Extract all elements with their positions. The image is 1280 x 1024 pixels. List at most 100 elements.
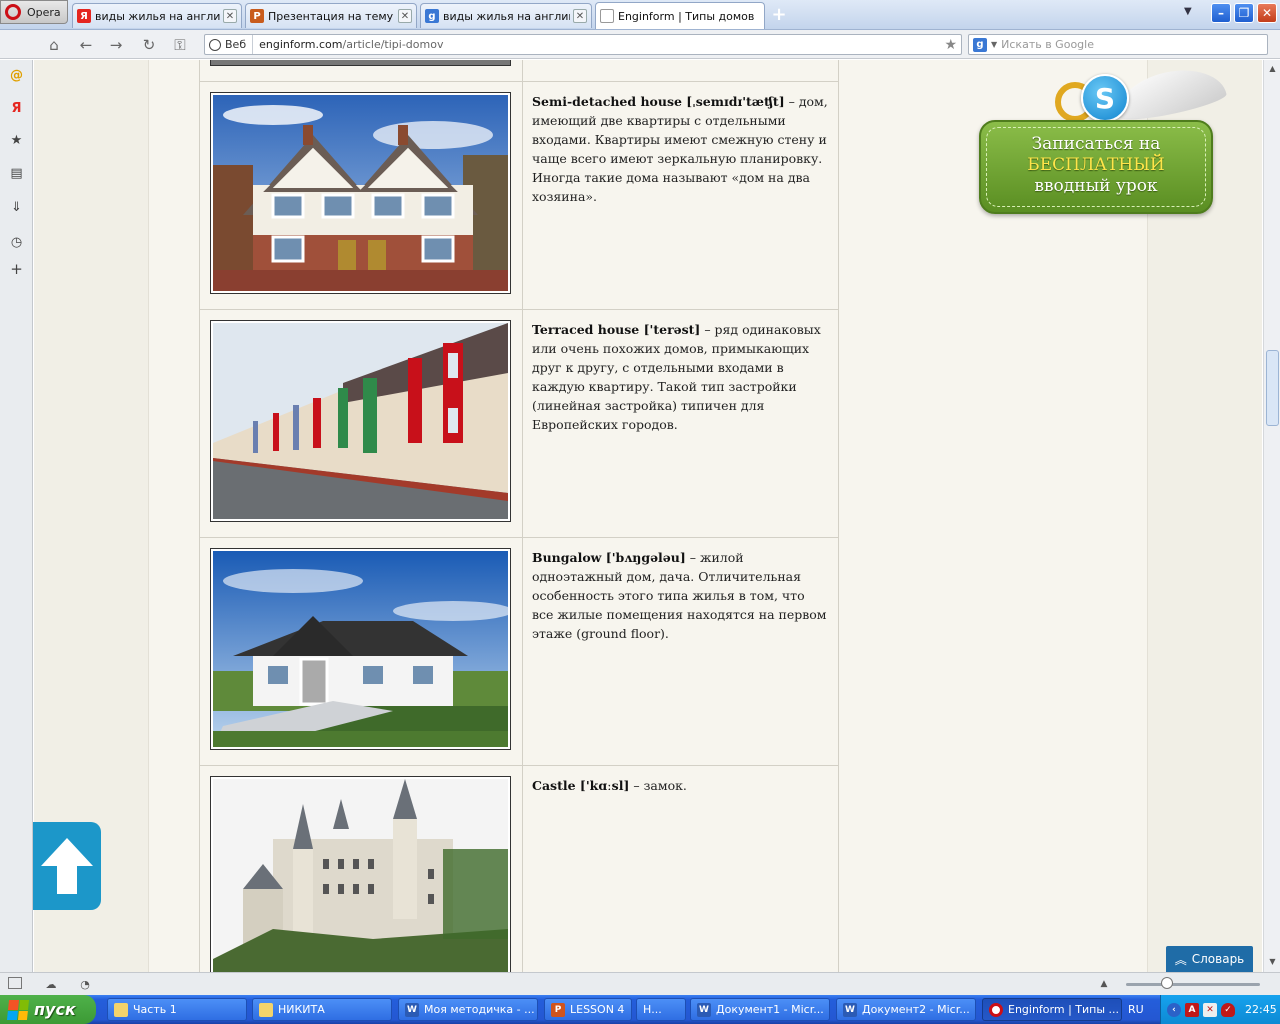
new-tab-button[interactable]: +: [768, 4, 790, 25]
folder-icon: [259, 1002, 273, 1017]
address-field[interactable]: Веб enginform.com/article/tipi-domov ★: [204, 34, 962, 55]
yandex-icon[interactable]: Я: [8, 100, 25, 117]
zoom-slider[interactable]: [1126, 983, 1260, 986]
back-icon[interactable]: ←: [76, 35, 96, 55]
minimize-button[interactable]: –: [1211, 3, 1231, 23]
dictionary-label: Словарь: [1191, 952, 1245, 966]
taskbar-item-active[interactable]: Enginform | Типы ...: [982, 998, 1122, 1021]
web-badge[interactable]: Веб: [205, 35, 254, 54]
castle-image: [210, 776, 511, 972]
notes-icon[interactable]: ▤: [8, 165, 25, 182]
presentation-favicon-icon: P: [250, 9, 264, 23]
term: Castle ['kɑːsl]: [532, 778, 630, 793]
bookmarks-star-icon[interactable]: ★: [8, 132, 25, 149]
cloud-icon[interactable]: ☁: [43, 977, 59, 991]
panel-toggle-icon[interactable]: [8, 977, 22, 989]
web-badge-label: Веб: [225, 38, 247, 51]
tray-arrow-icon[interactable]: ‹: [1167, 1002, 1181, 1017]
scroll-down-arrow-icon[interactable]: ▼: [1267, 957, 1278, 968]
antivirus-shield-icon[interactable]: ✓: [1221, 1002, 1235, 1017]
taskbar-item[interactable]: Н...: [636, 998, 686, 1021]
view-up-arrow-icon[interactable]: ▲: [1096, 977, 1112, 991]
promo-line-2: БЕСПЛАТНЫЙ: [1027, 155, 1165, 175]
url-text[interactable]: enginform.com/article/tipi-domov: [253, 38, 443, 51]
tab-2[interactable]: P Презентация на тему "... ✕: [245, 3, 417, 28]
opera-icon: [989, 1002, 1003, 1017]
taskbar-item-label: Документ2 - Micr...: [862, 1003, 970, 1016]
scroll-up-arrow-icon[interactable]: ▲: [1267, 64, 1278, 75]
definition: – ряд одинаковых или очень похожих домов…: [532, 322, 821, 432]
feather-icon: [1111, 61, 1229, 125]
definition: – дом, имеющий две квартиры с отдельными…: [532, 94, 828, 204]
taskbar-item[interactable]: Часть 1: [107, 998, 247, 1021]
bungalow-image: [210, 548, 511, 750]
scrollbar-thumb[interactable]: [1266, 350, 1279, 426]
dictionary-button[interactable]: ︽ Словарь: [1166, 946, 1253, 972]
search-field[interactable]: g ▼ Искать в Google: [968, 34, 1268, 55]
free-lesson-text[interactable]: Записаться на БЕСПЛАТНЫЙ вводный урок: [979, 134, 1213, 197]
promo-line-3: вводный урок: [1034, 176, 1158, 196]
network-icon[interactable]: ✕: [1203, 1002, 1217, 1017]
tab-close-icon[interactable]: ✕: [398, 9, 412, 23]
speed-dial-icon[interactable]: ◔: [77, 977, 93, 991]
taskbar-item[interactable]: W Документ1 - Micr...: [690, 998, 830, 1021]
maximize-button[interactable]: ❐: [1234, 3, 1254, 23]
taskbar-item[interactable]: W Моя методичка - ...: [398, 998, 538, 1021]
free-lesson-promo[interactable]: S Записаться на БЕСПЛАТНЫЙ вводный урок: [979, 61, 1229, 217]
tab-1[interactable]: Я виды жилья на английс... ✕: [72, 3, 242, 28]
key-icon[interactable]: ⚿: [170, 35, 190, 55]
taskbar-item-label: Часть 1: [133, 1003, 177, 1016]
history-clock-icon[interactable]: ◷: [8, 234, 25, 251]
table-row: Castle ['kɑːsl] – замок.: [200, 766, 838, 972]
double-chevron-up-icon: ︽: [1174, 952, 1187, 967]
opera-menu-button[interactable]: Opera: [0, 0, 68, 24]
bookmark-star-icon[interactable]: ★: [944, 37, 957, 53]
tab-4-active[interactable]: Enginform | Типы домов: [595, 2, 765, 29]
windows-logo-icon: [6, 999, 30, 1020]
table-row: Bungalow ['bʌŋgələu] – жилой одноэтажный…: [200, 538, 838, 766]
search-engine-chevron-icon[interactable]: ▼: [991, 40, 997, 49]
term: Terraced house ['terəst]: [532, 322, 701, 337]
powerpoint-icon: P: [551, 1002, 565, 1017]
google-favicon-icon: g: [425, 9, 439, 23]
taskbar-item-label: Документ1 - Micr...: [716, 1003, 824, 1016]
table-row: Semi-detached house [ˌsemɪdɪ'tæʧt] – дом…: [200, 82, 838, 310]
taskbar-item[interactable]: P LESSON 4: [544, 998, 632, 1021]
taskbar-item[interactable]: НИКИТА: [252, 998, 392, 1021]
home-icon[interactable]: ⌂: [44, 35, 64, 55]
tab-4-label: Enginform | Типы домов: [618, 9, 755, 23]
language-indicator[interactable]: RU: [1128, 1003, 1144, 1016]
close-window-button[interactable]: ✕: [1257, 3, 1277, 23]
table-row: Terraced house ['terəst] – ряд одинаковы…: [200, 310, 838, 538]
tab-3-label: виды жилья на английс...: [443, 9, 570, 23]
word-icon: W: [405, 1002, 419, 1017]
taskbar-item-label: НИКИТА: [278, 1003, 325, 1016]
tab-list-chevron-icon[interactable]: ▼: [1184, 6, 1198, 20]
add-panel-icon[interactable]: +: [8, 260, 25, 278]
definition: – замок.: [629, 778, 687, 793]
taskbar-item-label: LESSON 4: [570, 1003, 625, 1016]
web-page: Semi-detached house [ˌsemɪdɪ'tæʧt] – дом…: [34, 60, 1262, 972]
acrobat-icon[interactable]: A: [1185, 1002, 1199, 1017]
taskbar-item[interactable]: W Документ2 - Micr...: [836, 998, 976, 1021]
tab-close-icon[interactable]: ✕: [223, 9, 237, 23]
start-button[interactable]: пуск: [0, 995, 96, 1024]
mail-icon[interactable]: @: [8, 67, 25, 84]
tab-1-label: виды жилья на английс...: [95, 9, 220, 23]
term: Semi-detached house [ˌsemɪdɪ'tæʧt]: [532, 94, 785, 109]
downloads-icon[interactable]: ⇓: [8, 199, 25, 216]
scroll-to-top-button[interactable]: [33, 822, 101, 910]
vertical-scrollbar[interactable]: ▲ ▼: [1263, 60, 1280, 972]
start-label: пуск: [34, 1000, 76, 1019]
promo-line-1: Записаться на: [1031, 134, 1161, 154]
url-host: enginform.com: [259, 38, 343, 51]
previous-house-image: [210, 60, 511, 66]
google-icon[interactable]: g: [973, 37, 987, 52]
tab-close-icon[interactable]: ✕: [573, 9, 587, 23]
forward-icon[interactable]: →: [106, 35, 126, 55]
tab-3[interactable]: g виды жилья на английс... ✕: [420, 3, 592, 28]
terraced-house-image: [210, 320, 511, 522]
taskbar-item-label: Enginform | Типы ...: [1008, 1003, 1120, 1016]
zoom-slider-thumb[interactable]: [1161, 977, 1173, 989]
reload-icon[interactable]: ↻: [139, 35, 159, 55]
